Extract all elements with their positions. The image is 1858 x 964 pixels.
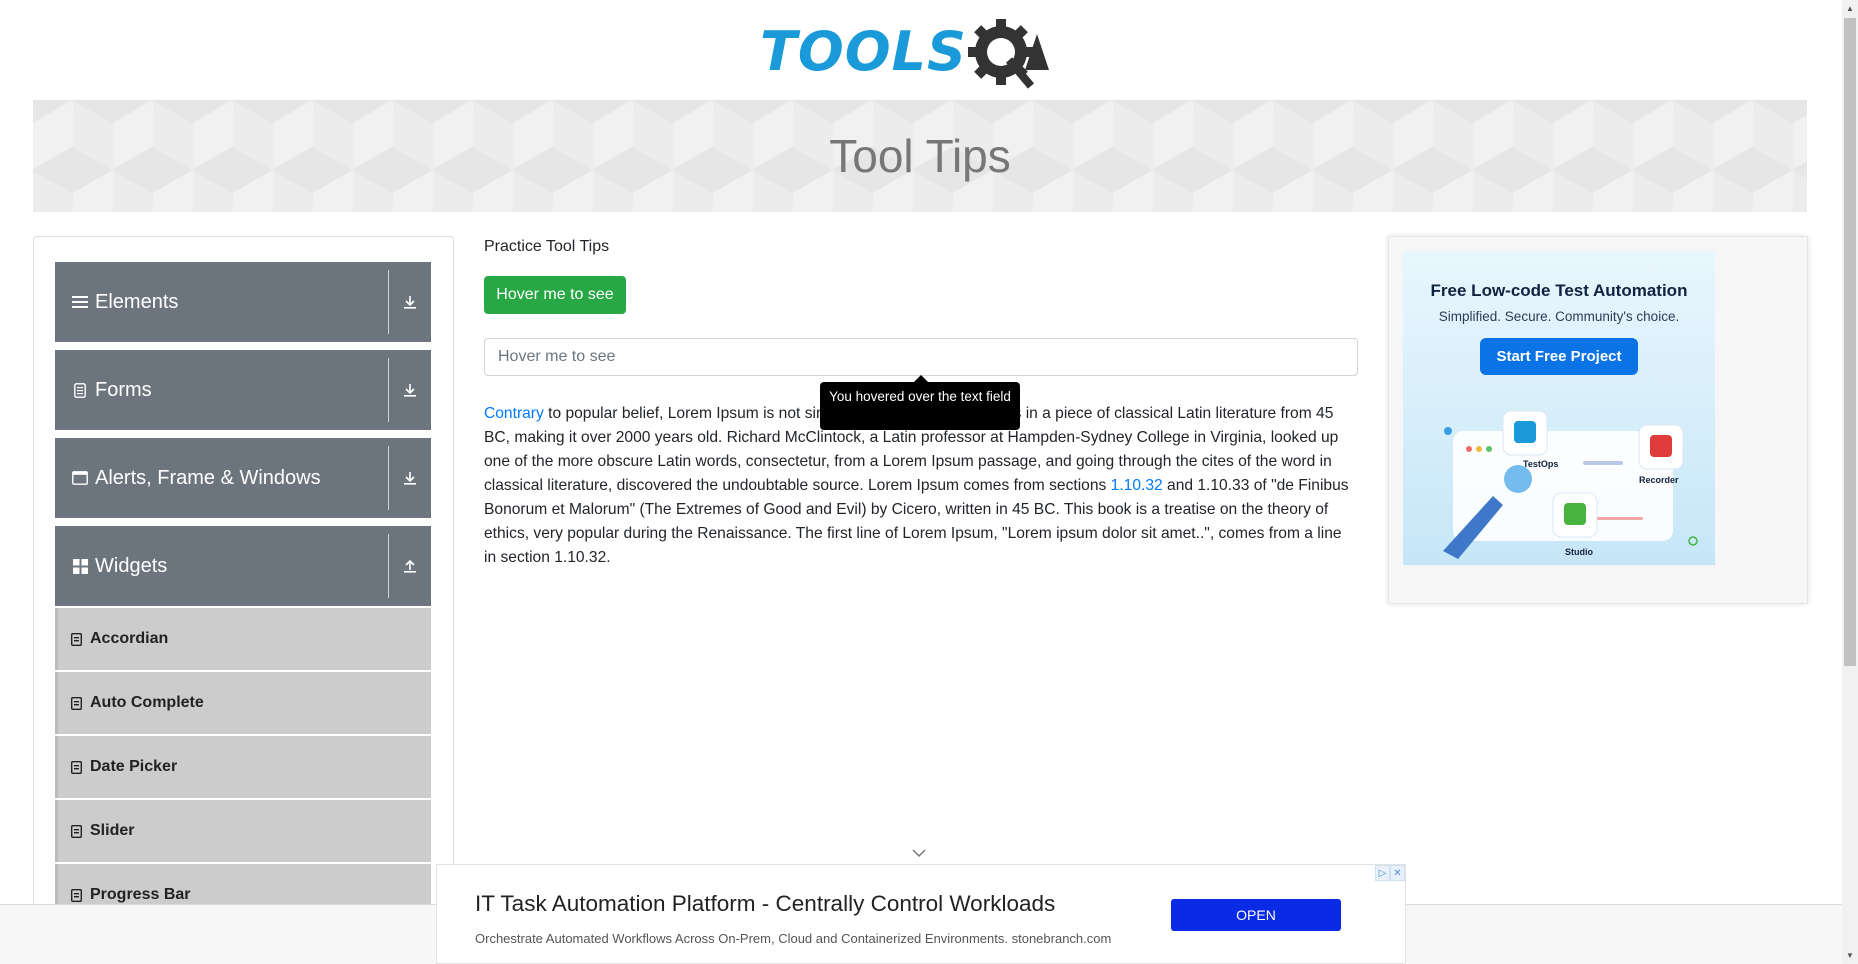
sidebar-ad[interactable]: Free Low-code Test Automation Simplified…: [1388, 236, 1808, 604]
ad-label-studio: Studio: [1565, 547, 1593, 557]
section-title: Practice Tool Tips: [484, 238, 610, 255]
window-icon: [71, 469, 89, 487]
scroll-down-icon[interactable]: ▼: [1845, 950, 1855, 960]
sidebar-group-widgets[interactable]: Widgets: [55, 526, 431, 606]
sidebar-item-label: Date Picker: [90, 758, 178, 775]
adchoices-icon[interactable]: ▷: [1375, 865, 1390, 881]
hover-text-field[interactable]: [484, 338, 1358, 376]
ad-label-testops: TestOps: [1523, 459, 1559, 469]
sidebar-group-label: Widgets: [95, 554, 168, 577]
ad-title: Free Low-code Test Automation: [1430, 281, 1688, 300]
bottom-ad-title: IT Task Automation Platform - Centrally …: [475, 891, 1056, 916]
bottom-ad[interactable]: ▷ ✕ IT Task Automation Platform - Centra…: [436, 864, 1406, 964]
ad-label-recorder: Recorder: [1639, 475, 1679, 485]
ad-banner[interactable]: Free Low-code Test Automation Simplified…: [1403, 251, 1715, 565]
download-arrow-icon: [389, 470, 431, 486]
toolsqa-logo[interactable]: TOOLS: [760, 14, 1085, 90]
sidebar-item-date-picker[interactable]: Date Picker: [55, 736, 431, 798]
item-icon: [70, 824, 82, 838]
widgets-icon: [71, 557, 89, 575]
close-ad-icon[interactable]: ✕: [1390, 865, 1405, 881]
sidebar-group-label: Alerts, Frame & Windows: [95, 466, 321, 489]
sidebar-item-label: Slider: [90, 822, 135, 839]
sidebar-group-label: Elements: [95, 290, 179, 313]
chevron-down-icon[interactable]: [912, 848, 926, 858]
sidebar-group-alerts[interactable]: Alerts, Frame & Windows: [55, 438, 431, 518]
sidebar-item-accordian[interactable]: Accordian: [55, 608, 431, 670]
tooltip: You hovered over the text field: [820, 375, 1020, 430]
ad-subtitle: Simplified. Secure. Community's choice.: [1438, 309, 1680, 324]
contrary-link[interactable]: Contrary: [484, 405, 544, 422]
item-icon: [70, 888, 82, 902]
logo-q-gear-icon: [967, 19, 1049, 89]
sidebar-item-label: Progress Bar: [90, 886, 191, 903]
document-icon: [71, 381, 89, 399]
sidebar: Elements Forms Alerts, Frame & Windows W…: [33, 236, 454, 964]
sidebar-group-forms[interactable]: Forms: [55, 350, 431, 430]
sidebar-group-elements[interactable]: Elements: [55, 262, 431, 342]
sidebar-item-auto-complete[interactable]: Auto Complete: [55, 672, 431, 734]
item-icon: [70, 760, 82, 774]
logo-text: TOOLS: [760, 20, 967, 83]
item-icon: [70, 696, 82, 710]
item-icon: [70, 632, 82, 646]
download-arrow-icon: [389, 294, 431, 310]
sidebar-item-label: Auto Complete: [90, 694, 204, 711]
ad-controls: ▷ ✕: [1375, 865, 1405, 881]
sidebar-item-label: Accordian: [90, 630, 169, 647]
page-banner: Tool Tips: [33, 100, 1807, 212]
sidebar-item-slider[interactable]: Slider: [55, 800, 431, 862]
scrollbar-thumb[interactable]: [1844, 18, 1856, 666]
start-free-project-button[interactable]: Start Free Project: [1480, 338, 1638, 375]
download-arrow-icon: [389, 382, 431, 398]
page-root: TOOLS Tool Tips Elements Forms Alerts, F…: [0, 0, 1858, 964]
scroll-up-icon[interactable]: ▲: [1845, 3, 1855, 13]
upload-arrow-icon: [389, 558, 431, 574]
bottom-ad-subtitle: Orchestrate Automated Workflows Across O…: [475, 931, 1112, 946]
section-link[interactable]: 1.10.32: [1111, 477, 1163, 494]
open-button[interactable]: OPEN: [1171, 899, 1341, 931]
sidebar-group-label: Forms: [95, 378, 152, 401]
page-title: Tool Tips: [829, 130, 1011, 182]
hover-me-button[interactable]: Hover me to see: [484, 276, 626, 314]
hamburger-icon: [71, 293, 89, 311]
